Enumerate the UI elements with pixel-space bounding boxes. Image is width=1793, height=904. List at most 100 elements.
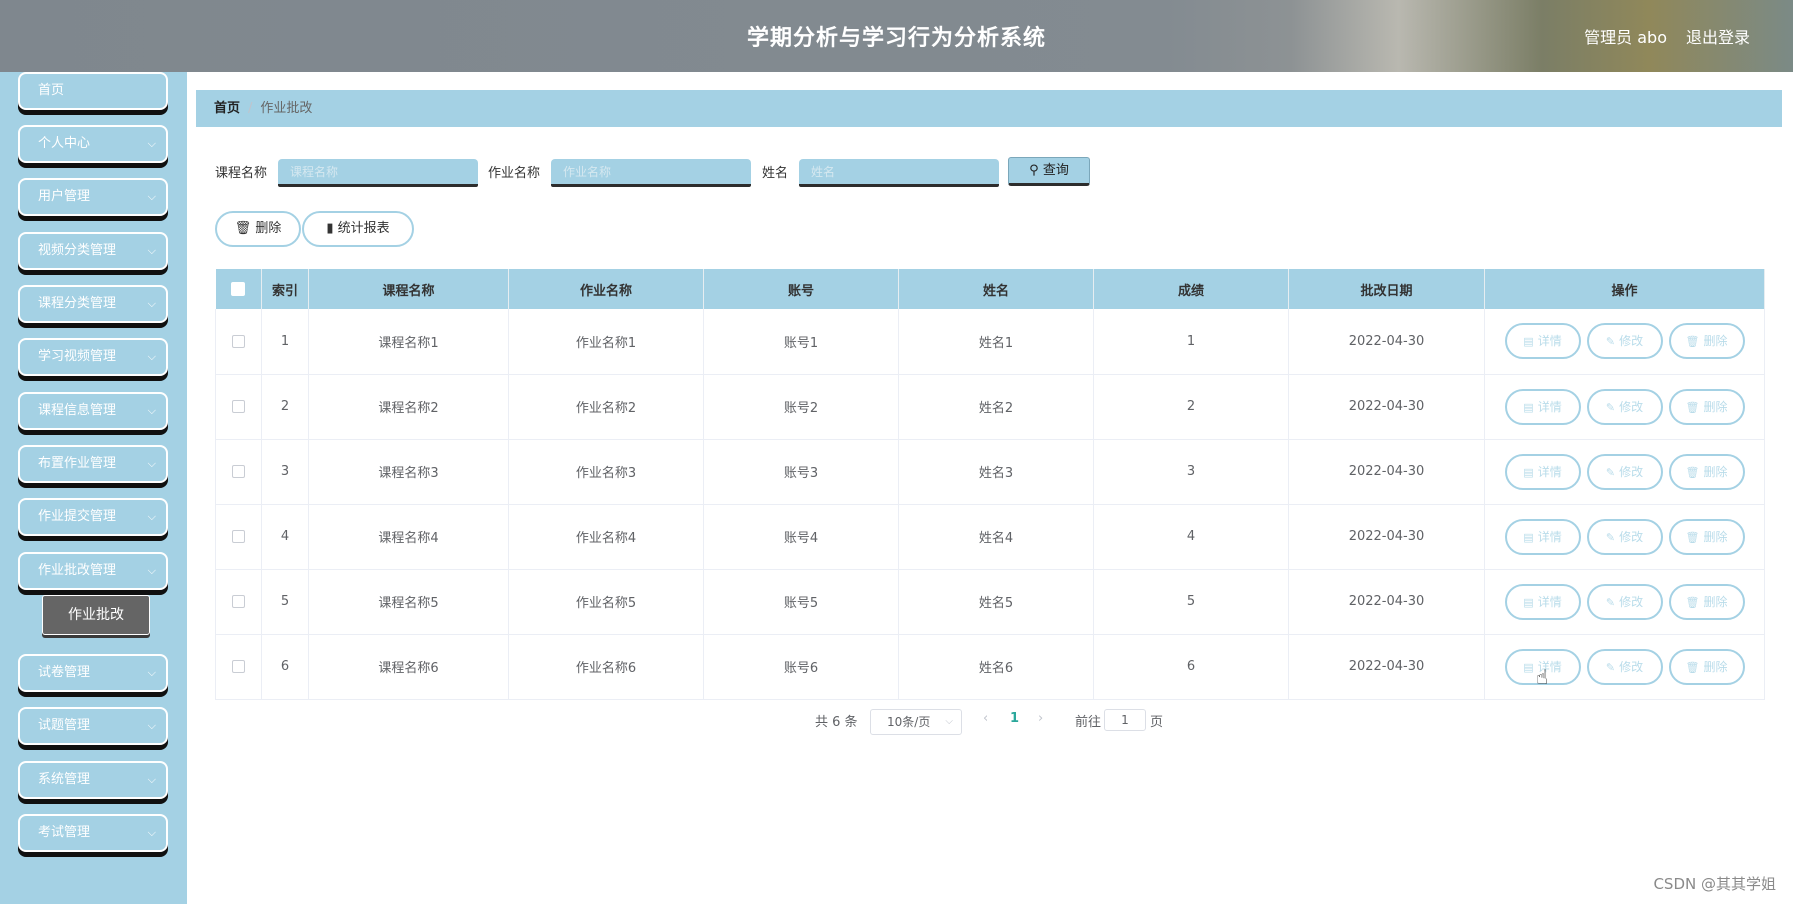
batch-delete-label: 删除	[255, 221, 282, 236]
cell-date: 2022-04-30	[1288, 634, 1485, 700]
edit-button[interactable]: ✎ 修改	[1586, 583, 1663, 620]
chevron-down-icon: ⌵	[147, 350, 156, 363]
detail-button[interactable]: ▤ 详情	[1504, 453, 1581, 490]
edit-button[interactable]: ✎ 修改	[1586, 453, 1663, 490]
sidebar-item-label: 首页	[38, 83, 65, 98]
cell-course: 课程名称1	[308, 309, 509, 375]
row-checkbox[interactable]	[232, 334, 245, 348]
delete-button[interactable]: 🗑 删除	[1668, 648, 1745, 685]
edit-label: 修改	[1619, 334, 1644, 349]
edit-button[interactable]: ✎ 修改	[1586, 518, 1663, 555]
row-checkbox[interactable]	[232, 660, 245, 673]
sidebar-item-course-info[interactable]: 课程信息管理 ⌵	[18, 392, 168, 430]
trash-icon: 🗑	[1685, 335, 1700, 349]
cell-score: 3	[1093, 439, 1289, 505]
cell-index: 1	[261, 309, 309, 375]
cell-course: 课程名称4	[308, 504, 509, 570]
trash-icon: 🗑	[1685, 400, 1700, 414]
edit-button[interactable]: ✎ 修改	[1586, 648, 1663, 685]
sidebar-item-course-category[interactable]: 课程分类管理 ⌵	[18, 285, 168, 323]
delete-label: 删除	[1703, 334, 1728, 349]
row-checkbox[interactable]	[232, 530, 245, 543]
delete-label: 删除	[1703, 464, 1728, 479]
trash-icon: 🗑	[1685, 465, 1700, 479]
delete-button[interactable]: 🗑 删除	[1668, 388, 1745, 425]
sidebar-subitem-homework-grading[interactable]: 作业批改	[42, 595, 150, 635]
cell-index: 6	[261, 634, 309, 700]
column-header-actions: 操作	[1484, 269, 1765, 309]
admin-user-label: 管理员 abo	[1584, 28, 1667, 47]
cell-date: 2022-04-30	[1288, 374, 1485, 440]
chevron-down-icon: ⌵	[147, 404, 156, 417]
sidebar-item-home[interactable]: 首页	[18, 72, 168, 110]
student-name-input[interactable]	[799, 159, 999, 187]
sidebar-item-question[interactable]: 试题管理 ⌵	[18, 707, 168, 745]
sidebar-item-exam-paper[interactable]: 试卷管理 ⌵	[18, 654, 168, 692]
pencil-icon: ✎	[1605, 595, 1616, 609]
breadcrumb-home[interactable]: 首页	[214, 101, 240, 116]
cell-name: 姓名6	[898, 634, 1094, 700]
homework-name-input[interactable]	[551, 159, 751, 187]
sidebar-item-system[interactable]: 系统管理 ⌵	[18, 761, 168, 799]
sidebar-item-study-video[interactable]: 学习视频管理 ⌵	[18, 338, 168, 376]
chevron-down-icon: ⌵	[147, 297, 156, 310]
cell-name: 姓名5	[898, 569, 1094, 635]
chevron-down-icon: ⌵	[147, 666, 156, 679]
cell-course: 课程名称2	[308, 374, 509, 440]
sidebar-item-video-category[interactable]: 视频分类管理 ⌵	[18, 232, 168, 270]
sidebar-item-personal-center[interactable]: 个人中心 ⌵	[18, 125, 168, 163]
detail-button[interactable]: ▤ 详情	[1504, 583, 1581, 620]
cell-index: 2	[261, 374, 309, 440]
row-checkbox[interactable]	[232, 595, 245, 608]
delete-button[interactable]: 🗑 删除	[1668, 518, 1745, 555]
cell-actions: ▤ 详情 ✎ 修改 🗑 删除	[1484, 634, 1765, 700]
delete-button[interactable]: 🗑 删除	[1668, 453, 1745, 490]
table-row: 3 课程名称3 作业名称3 账号3 姓名3 3 2022-04-30 ▤ 详情 ✎ 修…	[215, 439, 1765, 505]
detail-label: 详情	[1537, 399, 1562, 414]
edit-button[interactable]: ✎ 修改	[1586, 388, 1663, 425]
chevron-down-icon: ⌵	[147, 564, 156, 577]
prev-page-chevron-icon[interactable]: ‹	[983, 711, 988, 726]
chevron-down-icon: ⌵	[147, 510, 156, 523]
chevron-down-icon: ⌵	[147, 719, 156, 732]
search-icon: ⚲	[1029, 163, 1043, 178]
cell-actions: ▤ 详情 ✎ 修改 🗑 删除	[1484, 374, 1765, 440]
select-all-checkbox[interactable]	[231, 282, 246, 296]
course-name-input[interactable]	[278, 159, 478, 187]
detail-button[interactable]: ▤ 详情	[1504, 518, 1581, 555]
goto-page-input[interactable]	[1104, 709, 1146, 731]
logout-link[interactable]: 退出登录	[1686, 24, 1750, 48]
detail-button[interactable]: ▤ 详情	[1504, 388, 1581, 425]
delete-button[interactable]: 🗑 删除	[1668, 583, 1745, 620]
query-button[interactable]: ⚲ 查询	[1008, 157, 1090, 186]
grading-table: 索引 课程名称 作业名称 账号 姓名 成绩 批改日期 操作 1 课程名称1 作业…	[215, 269, 1765, 700]
trash-icon: 🗑	[1685, 595, 1700, 609]
next-page-chevron-icon[interactable]: ›	[1038, 711, 1043, 726]
statistics-report-label: 统计报表	[337, 221, 390, 236]
row-checkbox[interactable]	[232, 400, 245, 413]
sidebar-item-assign-homework[interactable]: 布置作业管理 ⌵	[18, 445, 168, 483]
sidebar-item-exam[interactable]: 考试管理 ⌵	[18, 814, 168, 852]
page-number-current[interactable]: 1	[1010, 711, 1019, 726]
table-row: 1 课程名称1 作业名称1 账号1 姓名1 1 2022-04-30 ▤ 详情 ✎ 修…	[215, 309, 1765, 375]
cell-date: 2022-04-30	[1288, 309, 1485, 375]
delete-button[interactable]: 🗑 删除	[1668, 323, 1745, 360]
detail-button[interactable]: ▤ 详情	[1504, 323, 1581, 360]
sidebar-item-label: 视频分类管理	[38, 243, 117, 258]
batch-delete-button[interactable]: 🗑 删除	[215, 211, 301, 247]
document-icon: ▤	[1523, 530, 1534, 544]
page-size-select[interactable]: 10条/页 ⌵	[870, 709, 962, 735]
row-checkbox[interactable]	[232, 465, 245, 478]
document-icon: ▤	[1523, 595, 1534, 609]
statistics-report-button[interactable]: ▮ 统计报表	[302, 211, 414, 247]
column-header-date: 批改日期	[1288, 269, 1485, 309]
cell-homework: 作业名称4	[508, 504, 704, 570]
cell-account: 账号1	[703, 309, 899, 375]
sidebar-item-homework-grading[interactable]: 作业批改管理 ⌵	[18, 552, 168, 590]
edit-button[interactable]: ✎ 修改	[1586, 323, 1663, 360]
cell-index: 5	[261, 569, 309, 635]
sidebar-item-homework-submit[interactable]: 作业提交管理 ⌵	[18, 498, 168, 536]
sidebar-item-user-management[interactable]: 用户管理 ⌵	[18, 178, 168, 216]
chevron-down-icon: ⌵	[147, 137, 156, 150]
row-select-cell	[215, 569, 262, 635]
